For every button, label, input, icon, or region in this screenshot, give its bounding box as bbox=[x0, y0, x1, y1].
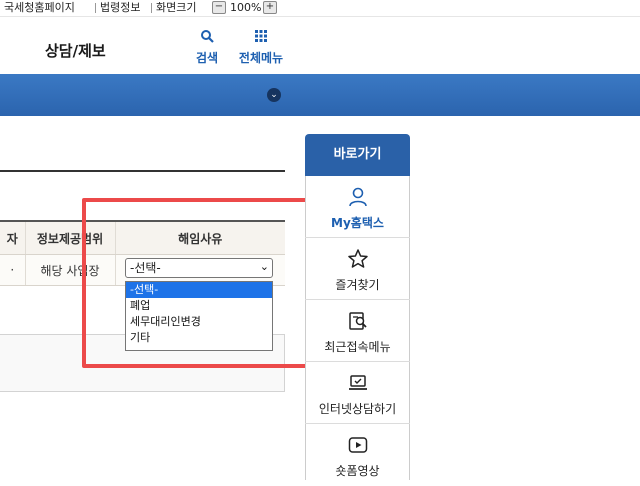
menu-band bbox=[0, 74, 640, 116]
quick-menu-title: 바로가기 bbox=[305, 134, 410, 176]
search-icon bbox=[201, 30, 214, 43]
table-cell: · bbox=[0, 254, 26, 286]
quick-menu-item-online-consult[interactable]: 인터넷상담하기 bbox=[305, 362, 410, 424]
laptop-chat-icon bbox=[349, 375, 367, 390]
zoom-level: 100% bbox=[230, 1, 262, 14]
screen-size-label: 화면크기 bbox=[156, 1, 197, 14]
chevron-down-icon[interactable]: ⌄ bbox=[267, 88, 281, 102]
person-icon bbox=[349, 187, 367, 207]
quick-menu-item-shortform[interactable]: 숏폼영상 bbox=[305, 424, 410, 486]
recent-search-icon bbox=[349, 312, 367, 330]
zoom-in-button[interactable]: + bbox=[263, 1, 277, 14]
utility-bar: 국세청홈페이지 법령정보 화면크기 − 100% + bbox=[0, 0, 640, 17]
all-menu-button[interactable]: 전체메뉴 bbox=[234, 28, 288, 66]
grid-menu-icon bbox=[255, 30, 267, 42]
quick-menu-label: 숏폼영상 bbox=[335, 464, 380, 478]
search-button[interactable]: 검색 bbox=[187, 28, 227, 66]
quick-menu-label: 최근접속메뉴 bbox=[324, 340, 391, 354]
search-label: 검색 bbox=[195, 51, 219, 65]
divider bbox=[151, 3, 152, 13]
zoom-out-button[interactable]: − bbox=[212, 1, 226, 14]
quick-menu-label: 인터넷상담하기 bbox=[318, 402, 397, 416]
quick-menu-label: My홈택스 bbox=[331, 216, 384, 230]
play-icon bbox=[348, 437, 368, 453]
all-menu-label: 전체메뉴 bbox=[238, 51, 284, 65]
quick-menu-label: 즐겨찾기 bbox=[335, 278, 380, 292]
star-icon bbox=[348, 249, 368, 268]
page-title: 상담/제보 bbox=[45, 42, 106, 60]
column-header: 자 bbox=[0, 220, 26, 255]
quick-menu-item-recent[interactable]: 최근접속메뉴 bbox=[305, 300, 410, 362]
divider bbox=[95, 3, 96, 13]
quick-menu-item-my-hometax[interactable]: My홈택스 bbox=[305, 176, 410, 238]
quick-menu-item-favorites[interactable]: 즐겨찾기 bbox=[305, 238, 410, 300]
law-info-link[interactable]: 법령정보 bbox=[100, 0, 140, 15]
section-divider bbox=[0, 170, 285, 172]
nts-home-link[interactable]: 국세청홈페이지 bbox=[4, 0, 75, 15]
highlight-frame bbox=[82, 198, 326, 368]
